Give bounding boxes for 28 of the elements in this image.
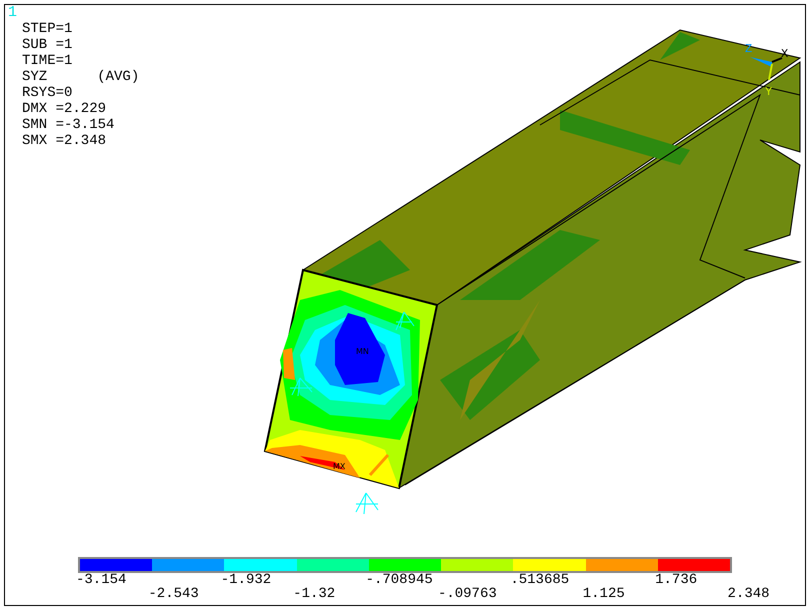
result-info-text: TIME=1 [22, 53, 72, 69]
y-axis-label: Y [765, 85, 772, 99]
result-info-text: SUB =1 [22, 37, 72, 53]
result-info-text: SMX =2.348 [22, 133, 106, 149]
z-axis-label: Z [745, 42, 752, 56]
constraint-icon [356, 492, 378, 514]
result-info-note: (AVG) [97, 69, 140, 85]
result-info-text: STEP=1 [22, 21, 72, 37]
legend-value: -2.543 [148, 587, 200, 601]
legend-value: -1.932 [220, 573, 272, 587]
legend-value: 1.125 [582, 587, 626, 601]
constraint-icon [290, 378, 312, 396]
result-info-text: SYZ [22, 69, 48, 85]
legend-value: -.09763 [438, 587, 498, 601]
axis-triad-drawing [750, 57, 782, 80]
result-info-text: DMX =2.229 [22, 101, 106, 117]
viewport-number: 1 [8, 5, 18, 21]
legend-value: -3.154 [76, 573, 128, 587]
legend-value: -.708945 [366, 573, 434, 587]
legend-value: 2.348 [728, 587, 771, 601]
constraint-icon [396, 312, 414, 330]
result-info-text: SMN =-3.154 [22, 117, 114, 133]
legend-value: .513685 [510, 573, 570, 587]
max-marker: MX [333, 462, 346, 471]
result-info-text: RSYS=0 [22, 85, 72, 101]
min-marker: MN [356, 347, 369, 356]
legend-value: -1.32 [293, 587, 336, 601]
legend-value: 1.736 [655, 573, 698, 587]
